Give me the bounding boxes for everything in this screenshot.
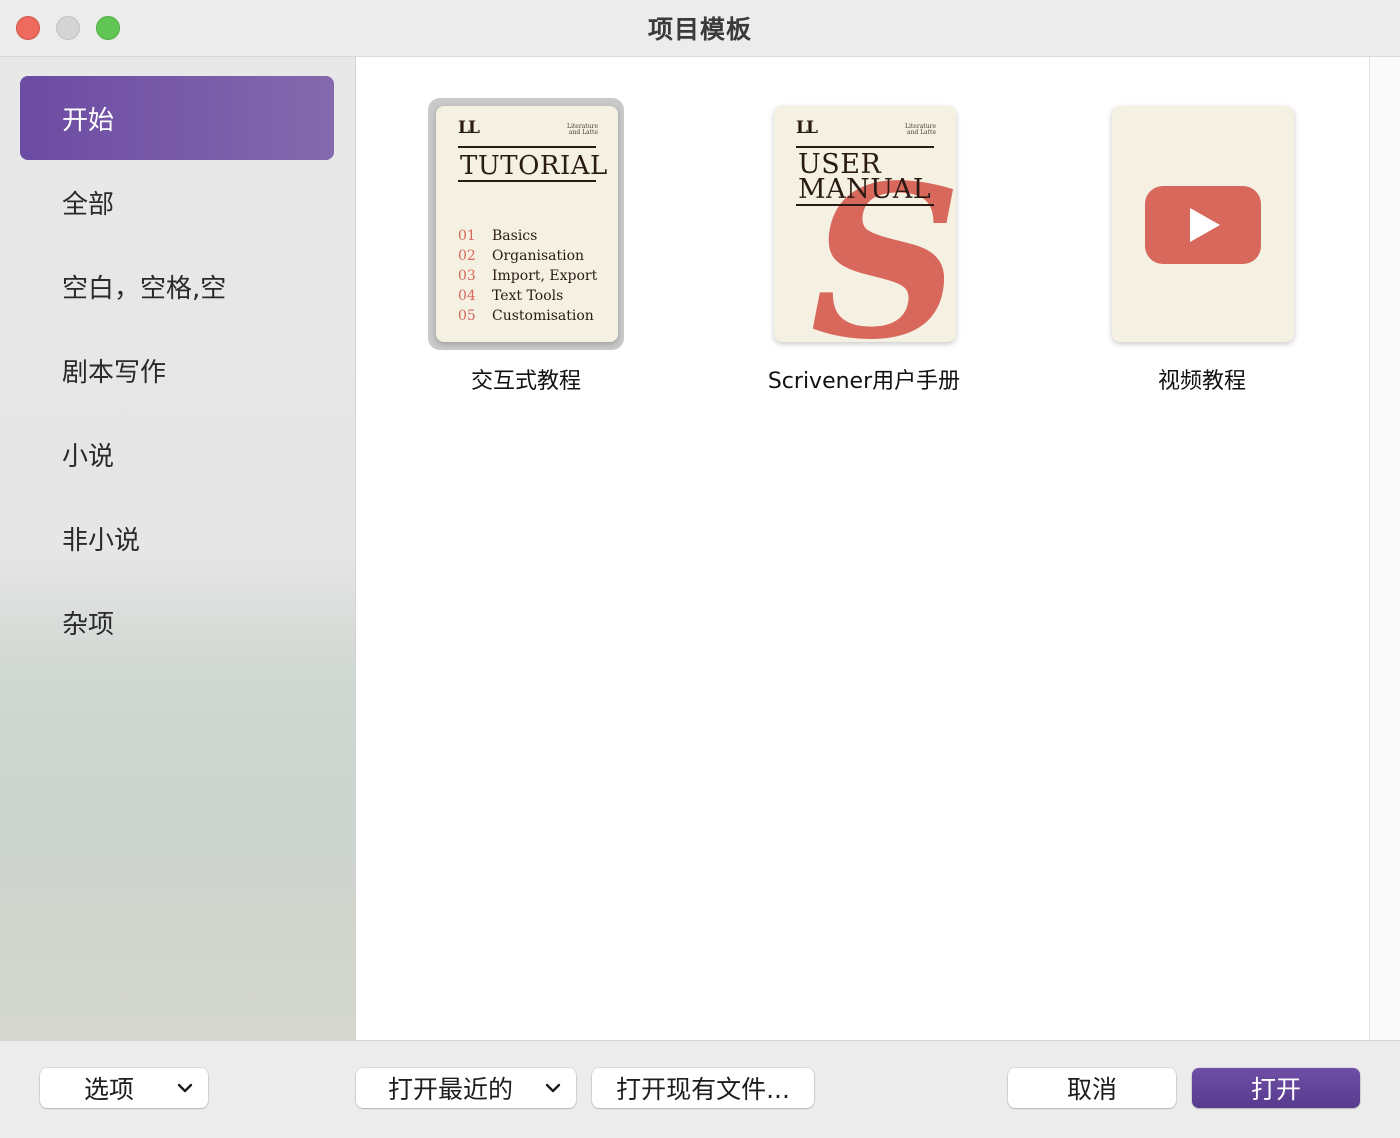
template-tile-user-manual[interactable]: S LL Literature and Latte USER MANUAL Sc… (694, 57, 960, 417)
vertical-scrollbar[interactable] (1369, 57, 1400, 1040)
sidebar-item-fiction[interactable]: 小说 (20, 412, 334, 496)
template-label: Scrivener用户手册 (767, 369, 961, 394)
chevron-down-icon (545, 1083, 561, 1093)
publisher-name: Literature and Latte (566, 123, 598, 136)
sidebar-item-miscellaneous[interactable]: 杂项 (20, 580, 334, 664)
literature-latte-logo: LL (458, 118, 480, 138)
sidebar-item-scriptwriting[interactable]: 剧本写作 (20, 328, 334, 412)
category-sidebar: 开始 全部 空白，空格,空 剧本写作 小说 非小说 杂项 (0, 57, 356, 1040)
template-label: 交互式教程 (470, 369, 581, 394)
template-tile-tutorial[interactable]: LL Literature and Latte TUTORIAL 01 Basi… (356, 57, 624, 417)
cover-rule-bottom (796, 204, 934, 206)
user-manual-cover: S LL Literature and Latte USER MANUAL (774, 106, 956, 342)
play-video-icon (1145, 186, 1261, 264)
open-button[interactable]: 打开 (1192, 1068, 1360, 1108)
tutorial-cover: LL Literature and Latte TUTORIAL 01 Basi… (436, 106, 618, 342)
cover-title: TUTORIAL (460, 151, 608, 181)
sidebar-item-blank[interactable]: 空白，空格,空 (20, 244, 334, 328)
sidebar-item-getting-started[interactable]: 开始 (20, 76, 334, 160)
chevron-down-icon (177, 1083, 193, 1093)
options-popup-button[interactable]: 选项 (40, 1068, 208, 1108)
project-templates-window: 项目模板 开始 全部 空白，空格,空 剧本写作 小说 非小说 杂项 LL Lit… (0, 0, 1400, 1138)
bottom-toolbar: 选项 打开最近的 打开现有文件... 取消 打开 (0, 1040, 1400, 1138)
cancel-button[interactable]: 取消 (1008, 1068, 1176, 1108)
toc-item: 01 Basics (458, 228, 538, 244)
cover-rule-bottom (458, 180, 596, 182)
publisher-name: Literature and Latte (904, 123, 936, 136)
open-recent-popup-button[interactable]: 打开最近的 (356, 1068, 576, 1108)
title-bar: 项目模板 (0, 0, 1400, 57)
sidebar-item-all[interactable]: 全部 (20, 160, 334, 244)
toc-item: 03 Import, Export (458, 268, 598, 284)
video-tutorials-cover (1112, 106, 1294, 342)
open-existing-file-button[interactable]: 打开现有文件... (592, 1068, 814, 1108)
template-tile-video-tutorials[interactable]: 视频教程 (1032, 57, 1294, 417)
literature-latte-logo: LL (796, 118, 818, 138)
cover-rule-top (458, 146, 596, 148)
cover-title-line2: MANUAL (798, 174, 932, 205)
window-title: 项目模板 (647, 15, 752, 44)
template-grid: LL Literature and Latte TUTORIAL 01 Basi… (356, 57, 1369, 1040)
toc-item: 04 Text Tools (458, 288, 564, 304)
sidebar-item-non-fiction[interactable]: 非小说 (20, 496, 334, 580)
cover-rule-top (796, 146, 934, 148)
toc-item: 02 Organisation (458, 248, 585, 264)
template-label: 视频教程 (1157, 369, 1246, 394)
toc-item: 05 Customisation (458, 308, 594, 324)
